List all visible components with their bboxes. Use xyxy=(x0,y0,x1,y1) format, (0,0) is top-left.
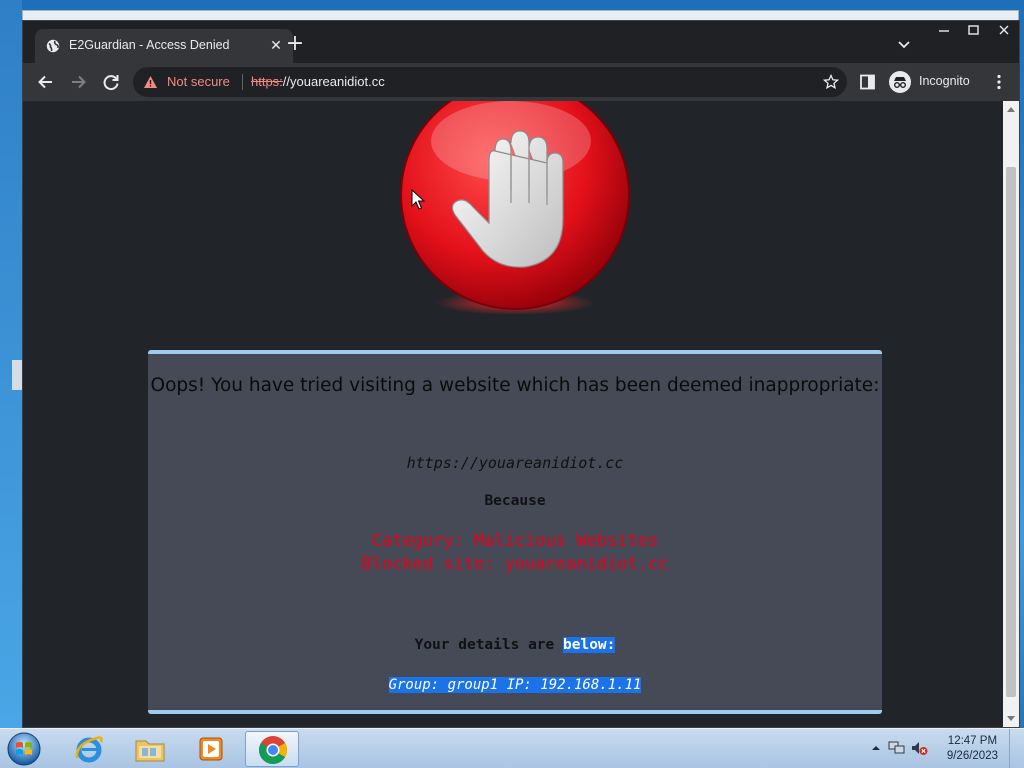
tab-close-icon[interactable]: ✕ xyxy=(267,37,285,55)
scrollbar-thumb[interactable] xyxy=(1006,167,1016,697)
side-panel-icon[interactable] xyxy=(859,73,877,91)
vertical-scrollbar[interactable] xyxy=(1003,101,1019,727)
tab-search-icon[interactable] xyxy=(895,35,913,53)
details-line: Your details are below: xyxy=(148,637,882,653)
media-player-icon xyxy=(199,737,223,761)
show-desktop-button[interactable] xyxy=(1009,729,1024,768)
globe-icon xyxy=(46,39,60,53)
access-denied-panel: Oops! You have tried visiting a website … xyxy=(148,350,882,714)
incognito-icon xyxy=(889,71,911,93)
browser-toolbar: Not secure https://youareanidiot.cc Inco… xyxy=(23,63,1019,101)
folder-icon xyxy=(135,740,165,762)
back-arrow-icon[interactable] xyxy=(35,71,57,93)
show-hidden-icons-icon[interactable] xyxy=(870,742,882,754)
divider xyxy=(242,74,243,90)
tab-active[interactable]: E2Guardian - Access Denied ✕ xyxy=(35,29,293,63)
clock[interactable]: 12:47 PM 9/26/2023 xyxy=(947,734,998,764)
bookmark-star-icon[interactable] xyxy=(823,74,839,90)
taskbar-internet-explorer[interactable] xyxy=(62,731,116,767)
tab-strip: E2Guardian - Access Denied ✕ + xyxy=(23,21,1019,63)
taskbar-chrome[interactable] xyxy=(245,731,299,767)
internet-explorer-icon xyxy=(75,736,103,763)
desktop-background xyxy=(0,0,22,728)
incognito-badge[interactable]: Incognito xyxy=(887,68,975,96)
tab-title: E2Guardian - Access Denied xyxy=(69,38,230,52)
url-text[interactable]: https://youareanidiot.cc xyxy=(251,74,385,89)
chrome-window: E2Guardian - Access Denied ✕ + Not secur… xyxy=(22,20,1020,728)
scroll-down-icon[interactable] xyxy=(1007,716,1015,721)
chrome-icon xyxy=(259,736,287,764)
because-label: Because xyxy=(484,493,546,509)
taskbar: 12:47 PM 9/26/2023 xyxy=(0,728,1024,768)
group-ip-text: Group: group1 IP: 192.168.1.11 xyxy=(388,677,642,693)
incognito-label: Incognito xyxy=(919,74,970,88)
new-tab-button[interactable]: + xyxy=(285,33,305,55)
menu-kebab-icon[interactable] xyxy=(990,73,1008,91)
page-viewport: Oops! You have tried visiting a website … xyxy=(23,101,1003,727)
volume-muted-icon[interactable] xyxy=(910,740,928,756)
clock-time: 12:47 PM xyxy=(947,735,998,747)
details-highlight: below: xyxy=(563,637,616,653)
blocked-url: https://youareanidiot.cc xyxy=(406,454,624,472)
page-title: Oops! You have tried visiting a website … xyxy=(150,375,880,396)
url-scheme: https: xyxy=(251,74,283,89)
warning-icon[interactable] xyxy=(143,75,158,89)
scroll-up-icon[interactable] xyxy=(1007,107,1015,112)
system-tray: 12:47 PM 9/26/2023 xyxy=(864,729,1024,768)
network-icon[interactable] xyxy=(888,740,906,756)
group-ip-line: Group: group1 IP: 192.168.1.11 xyxy=(148,677,882,693)
stop-hand-icon xyxy=(400,101,630,315)
not-secure-label[interactable]: Not secure xyxy=(167,74,230,89)
details-prefix: Your details are xyxy=(414,637,563,653)
clock-date: 9/26/2023 xyxy=(946,750,998,762)
forward-arrow-icon[interactable] xyxy=(67,71,89,93)
taskbar-file-explorer[interactable] xyxy=(123,731,177,767)
background-window-edge xyxy=(12,360,22,390)
blocked-site-text: Blocked site: youareanidiot.cc xyxy=(361,554,669,574)
start-button-icon[interactable] xyxy=(4,730,44,768)
mouse-cursor-icon xyxy=(411,189,425,210)
taskbar-media-player[interactable] xyxy=(184,731,238,767)
url-host: //youareanidiot.cc xyxy=(282,74,385,89)
address-bar[interactable]: Not secure https://youareanidiot.cc xyxy=(133,67,847,97)
block-reason: Category: Malicious Websites Blocked sit… xyxy=(148,530,882,576)
reload-icon[interactable] xyxy=(100,71,122,93)
close-window-icon[interactable] xyxy=(989,21,1019,41)
category-text: Category: Malicious Websites xyxy=(371,531,659,551)
maximize-icon[interactable] xyxy=(959,21,989,41)
minimize-icon[interactable] xyxy=(929,21,959,41)
